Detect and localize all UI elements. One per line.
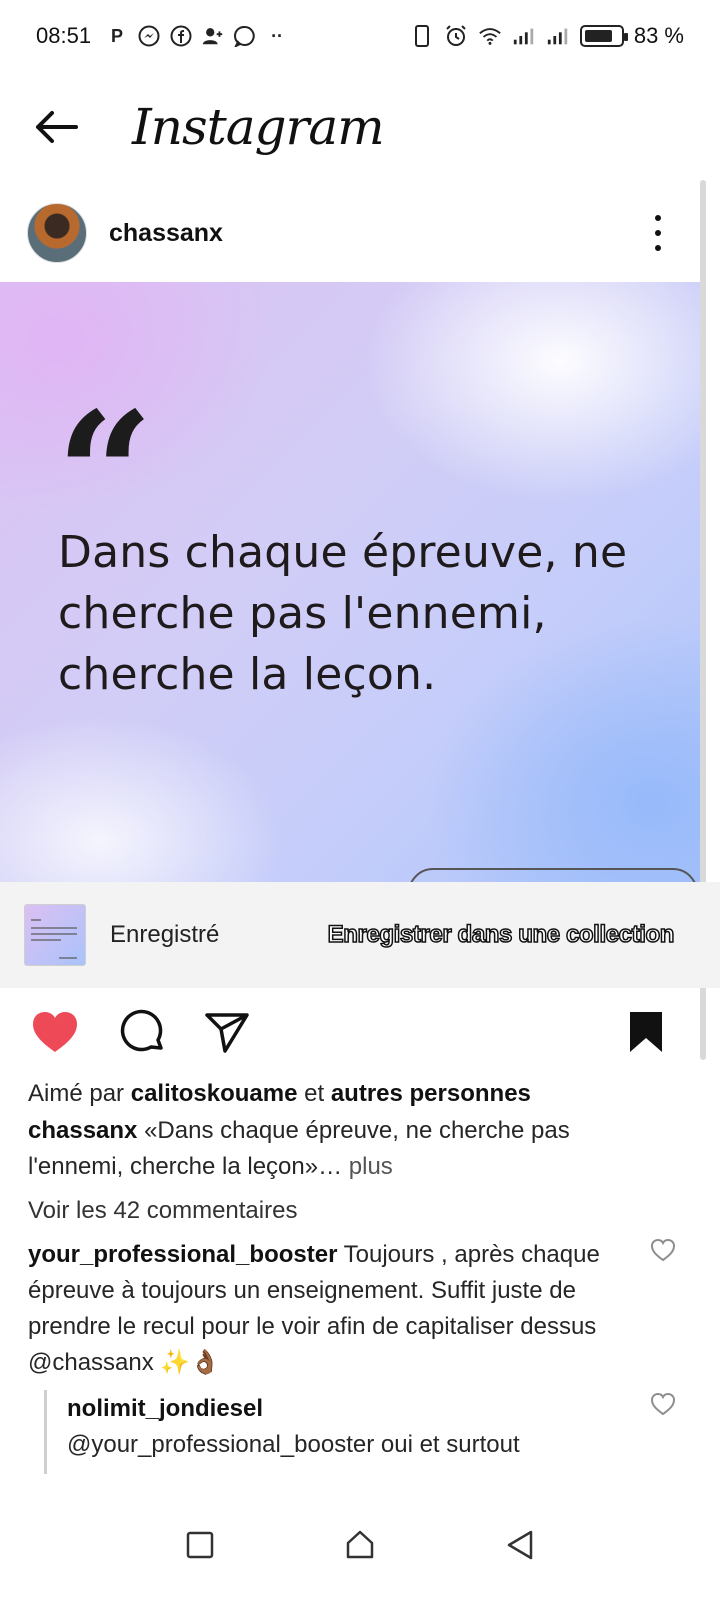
heart-filled-icon [33, 1012, 77, 1052]
post-image[interactable]: “ Dans chaque épreuve, ne cherche pas l'… [0, 282, 700, 882]
comment-like-button[interactable] [650, 1238, 676, 1262]
bookmark-filled-icon [630, 1012, 662, 1052]
reply-indicator [44, 1390, 47, 1474]
caption-more-link[interactable]: plus [349, 1153, 393, 1180]
app-header: Instagram [0, 72, 720, 182]
system-nav-bar [0, 1490, 720, 1600]
post-text: Aimé par calitoskouame et autres personn… [28, 1076, 658, 1229]
recents-button[interactable] [175, 1520, 225, 1570]
battery-icon [579, 25, 628, 47]
signal-icon [512, 24, 536, 48]
status-time: 08:51 [36, 23, 92, 48]
comment: your_professional_booster Toujours , apr… [28, 1237, 648, 1381]
caption: chassanx «Dans chaque épreuve, ne cherch… [28, 1113, 658, 1185]
battery-percent: 83 % [633, 23, 684, 48]
saved-label: Enregistré [110, 921, 220, 948]
more-dot [655, 230, 661, 236]
more-vertical-icon [655, 215, 661, 221]
alarm-icon [444, 24, 468, 48]
saved-thumbnail [24, 904, 86, 966]
share-button[interactable] [201, 1006, 253, 1058]
saved-toast: Enregistré Enregistrer dans une collecti… [0, 882, 720, 988]
comment-reply: nolimit_jondiesel @your_professional_boo… [67, 1391, 647, 1463]
like-button[interactable] [29, 1006, 81, 1058]
whatsapp-icon [233, 24, 257, 48]
back-nav-button[interactable] [495, 1520, 545, 1570]
triangle-back-icon [507, 1530, 533, 1560]
back-button[interactable] [26, 97, 86, 157]
facebook-icon [169, 24, 193, 48]
comment-username[interactable]: nolimit_jondiesel [67, 1395, 263, 1422]
wifi-icon [478, 24, 502, 48]
comment-icon [120, 1009, 163, 1052]
home-button[interactable] [335, 1520, 385, 1570]
comment-username[interactable]: your_professional_booster [28, 1241, 337, 1268]
caption-username[interactable]: chassanx [28, 1117, 137, 1144]
save-to-collection-button[interactable]: Enregistrer dans une collection [327, 920, 675, 949]
add-contact-icon [201, 24, 225, 48]
vibrate-icon [410, 24, 434, 48]
save-button[interactable] [620, 1006, 672, 1058]
liker-username[interactable]: calitoskouame [131, 1080, 298, 1107]
messenger-icon [137, 24, 161, 48]
likes-summary[interactable]: Aimé par calitoskouame et autres personn… [28, 1076, 658, 1112]
instagram-logo: Instagram [132, 98, 385, 156]
system-icons: 83 % [410, 23, 684, 49]
more-dots-icon: ·· [271, 25, 284, 46]
notification-icons: P ·· [105, 24, 289, 48]
quote-mark: “ [56, 375, 154, 575]
signal-icon [546, 24, 570, 48]
more-dot [655, 245, 661, 251]
hidden-overlay-button[interactable] [408, 868, 698, 882]
post-username[interactable]: chassanx [109, 219, 223, 248]
comment-like-button[interactable] [650, 1392, 676, 1416]
comment-button[interactable] [117, 1006, 169, 1058]
status-bar: 08:51 P ·· 83 % [0, 0, 720, 72]
post-actions [0, 1000, 720, 1064]
send-icon [205, 1013, 249, 1053]
likes-prefix: Aimé par [28, 1080, 125, 1107]
likes-and: et [304, 1080, 325, 1107]
more-options-button[interactable] [646, 211, 670, 255]
square-icon [186, 1531, 214, 1559]
p-icon: P [111, 25, 124, 46]
avatar[interactable] [27, 203, 87, 263]
arrow-left-icon [36, 111, 78, 143]
battery-fill [584, 30, 613, 42]
view-comments-link[interactable]: Voir les 42 commentaires [28, 1193, 658, 1229]
comment-text: @your_professional_booster oui et surtou… [67, 1431, 520, 1458]
post-header: chassanx [0, 200, 700, 266]
quote-text: Dans chaque épreuve, ne cherche pas l'en… [58, 527, 628, 700]
likes-others[interactable]: autres personnes [331, 1080, 531, 1107]
home-icon [346, 1530, 374, 1559]
